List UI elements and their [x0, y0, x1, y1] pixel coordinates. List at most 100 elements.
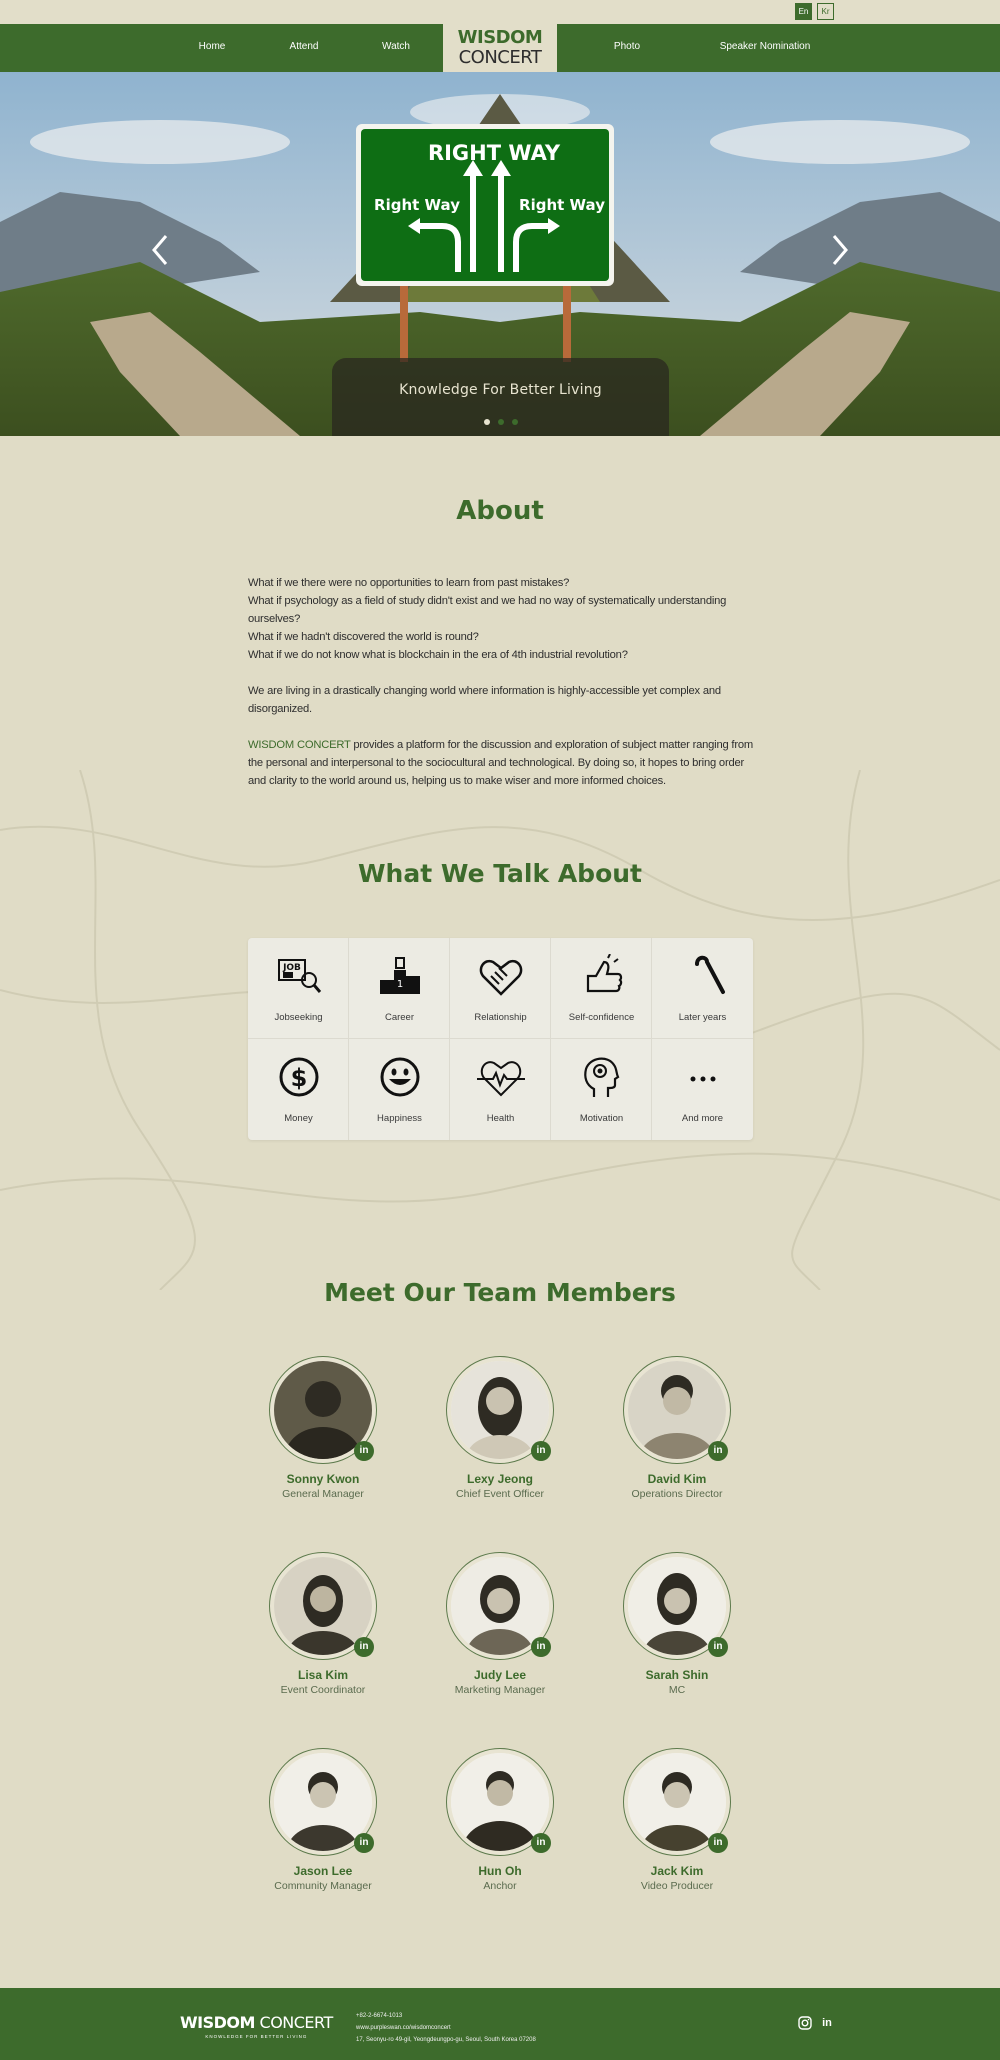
avatar: in	[623, 1748, 731, 1856]
about-paragraph-1: We are living in a drastically changing …	[248, 685, 721, 715]
avatar: in	[623, 1356, 731, 1464]
sign-left-label: Right Way	[374, 196, 460, 214]
nav-attend[interactable]: Attend	[290, 24, 319, 72]
linkedin-icon[interactable]: in	[354, 1441, 374, 1461]
footer-logo-light: CONCERT	[254, 2013, 334, 2032]
member-name: Hun Oh	[478, 1864, 522, 1878]
footer-contact: +82-2-6674-1013 www.purpleswan.co/wisdom…	[356, 2010, 536, 2046]
topic-label: And more	[681, 1113, 724, 1124]
topic-career[interactable]: 1 Career	[349, 938, 450, 1039]
instagram-icon[interactable]	[798, 2016, 812, 2030]
carousel-dot[interactable]	[497, 419, 504, 425]
linkedin-icon[interactable]: in	[708, 1441, 728, 1461]
linkedin-icon[interactable]: in	[354, 1637, 374, 1657]
about-question: What if we hadn't discovered the world i…	[248, 631, 479, 643]
member-role: Operations Director	[631, 1488, 723, 1500]
carousel-dots	[332, 419, 669, 425]
topic-relationship[interactable]: Relationship	[450, 938, 551, 1039]
site-logo[interactable]: WISDOM CONCERT	[443, 24, 557, 72]
more-icon	[690, 1076, 716, 1082]
member-role: Community Manager	[274, 1880, 372, 1892]
member-role: Video Producer	[640, 1880, 714, 1892]
footer-address: 17, Seonyu-ro 49-gil, Yeongdeungpo-gu, S…	[356, 2037, 536, 2043]
hero-caption-text: Knowledge For Better Living	[399, 382, 602, 398]
hero-carousel: RIGHT WAY Right Way Right Way Knowledge …	[0, 72, 1000, 436]
avatar: in	[446, 1356, 554, 1464]
sign-right-label: Right Way	[519, 196, 605, 214]
topic-motivation[interactable]: Motivation	[551, 1039, 652, 1140]
carousel-dot[interactable]	[483, 419, 490, 425]
top-bar: En Kr	[0, 0, 1000, 24]
team-member: in Sonny Kwon General Manager	[235, 1356, 411, 1500]
member-name: Lexy Jeong	[466, 1472, 534, 1486]
linkedin-icon[interactable]: in	[708, 1833, 728, 1853]
team-member: in Jack Kim Video Producer	[589, 1748, 765, 1892]
topic-label: Self-confidence	[568, 1012, 635, 1023]
footer-url[interactable]: www.purpleswan.co/wisdomconcert	[356, 2022, 536, 2034]
about-question: What if psychology as a field of study d…	[248, 595, 727, 625]
heartbeat-icon	[477, 1061, 525, 1097]
topic-money[interactable]: $ Money	[248, 1039, 349, 1140]
topic-label: Later years	[678, 1012, 727, 1023]
nav-speaker-nomination[interactable]: Speaker Nomination	[720, 24, 811, 72]
member-name: Judy Lee	[473, 1668, 527, 1682]
carousel-dot[interactable]	[511, 419, 518, 425]
topics-title: What We Talk About	[357, 859, 642, 888]
topics-grid: JOB Jobseeking 1 Career Relationship Sel…	[248, 938, 753, 1140]
linkedin-icon[interactable]: in	[354, 1833, 374, 1853]
linkedin-icon[interactable]: in	[708, 1637, 728, 1657]
avatar: in	[446, 1748, 554, 1856]
footer-phone: +82-2-6674-1013	[356, 2013, 403, 2019]
logo-line2: CONCERT	[458, 47, 542, 68]
member-name: Sonny Kwon	[286, 1472, 360, 1486]
svg-text:JOB: JOB	[282, 963, 301, 973]
lang-kr-button[interactable]: Kr	[817, 3, 834, 20]
team-member: in Lisa Kim Event Coordinator	[235, 1552, 411, 1696]
avatar: in	[269, 1552, 377, 1660]
linkedin-icon[interactable]: in	[531, 1637, 551, 1657]
carousel-prev-arrow-icon[interactable]	[148, 230, 172, 270]
about-question: What if we there were no opportunities t…	[248, 577, 570, 589]
about-questions: What if we there were no opportunities t…	[248, 574, 753, 664]
member-name: Lisa Kim	[297, 1668, 348, 1682]
smile-icon	[380, 1057, 420, 1097]
topic-happiness[interactable]: Happiness	[349, 1039, 450, 1140]
topic-later-years[interactable]: Later years	[652, 938, 753, 1039]
topic-health[interactable]: Health	[450, 1039, 551, 1140]
linkedin-icon[interactable]: in	[531, 1833, 551, 1853]
handshake-icon	[479, 959, 523, 996]
nav-watch[interactable]: Watch	[382, 24, 410, 72]
topic-jobseeking[interactable]: JOB Jobseeking	[248, 938, 349, 1039]
carousel-next-arrow-icon[interactable]	[828, 230, 852, 270]
member-role: General Manager	[282, 1488, 364, 1500]
nav-home[interactable]: Home	[199, 24, 226, 72]
footer-logo[interactable]: WISDOM CONCERT KNOWLEDGE FOR BETTER LIVI…	[180, 2013, 333, 2039]
team-title: Meet Our Team Members	[324, 1278, 676, 1307]
topic-label: Motivation	[579, 1113, 624, 1124]
brand-name: WISDOM CONCERT	[248, 739, 351, 751]
about-body: What if we there were no opportunities t…	[248, 574, 753, 808]
logo-line1: WISDOM	[457, 27, 543, 48]
dollar-icon: $	[279, 1057, 319, 1097]
topic-label: Health	[486, 1113, 515, 1124]
footer-logo-bold: WISDOM	[180, 2013, 255, 2032]
linkedin-icon[interactable]: in	[531, 1441, 551, 1461]
team-member: in Hun Oh Anchor	[412, 1748, 588, 1892]
nav-photo[interactable]: Photo	[614, 24, 640, 72]
member-role: Chief Event Officer	[456, 1488, 544, 1500]
team-member: in Jason Lee Community Manager	[235, 1748, 411, 1892]
footer: WISDOM CONCERT KNOWLEDGE FOR BETTER LIVI…	[0, 1988, 1000, 2060]
topic-label: Jobseeking	[274, 1012, 323, 1023]
sign-title: RIGHT WAY	[428, 141, 561, 165]
about-title: About	[456, 496, 544, 526]
topic-and-more[interactable]: And more	[652, 1039, 753, 1140]
lang-en-button[interactable]: En	[795, 3, 812, 20]
cane-icon	[695, 955, 725, 994]
footer-linkedin-icon[interactable]: in	[820, 2016, 834, 2030]
hero-caption: Knowledge For Better Living	[332, 358, 669, 436]
member-name: Jason Lee	[293, 1864, 353, 1878]
avatar: in	[269, 1748, 377, 1856]
member-name: Sarah Shin	[645, 1668, 709, 1682]
topic-self-confidence[interactable]: Self-confidence	[551, 938, 652, 1039]
member-role: Event Coordinator	[280, 1684, 366, 1696]
